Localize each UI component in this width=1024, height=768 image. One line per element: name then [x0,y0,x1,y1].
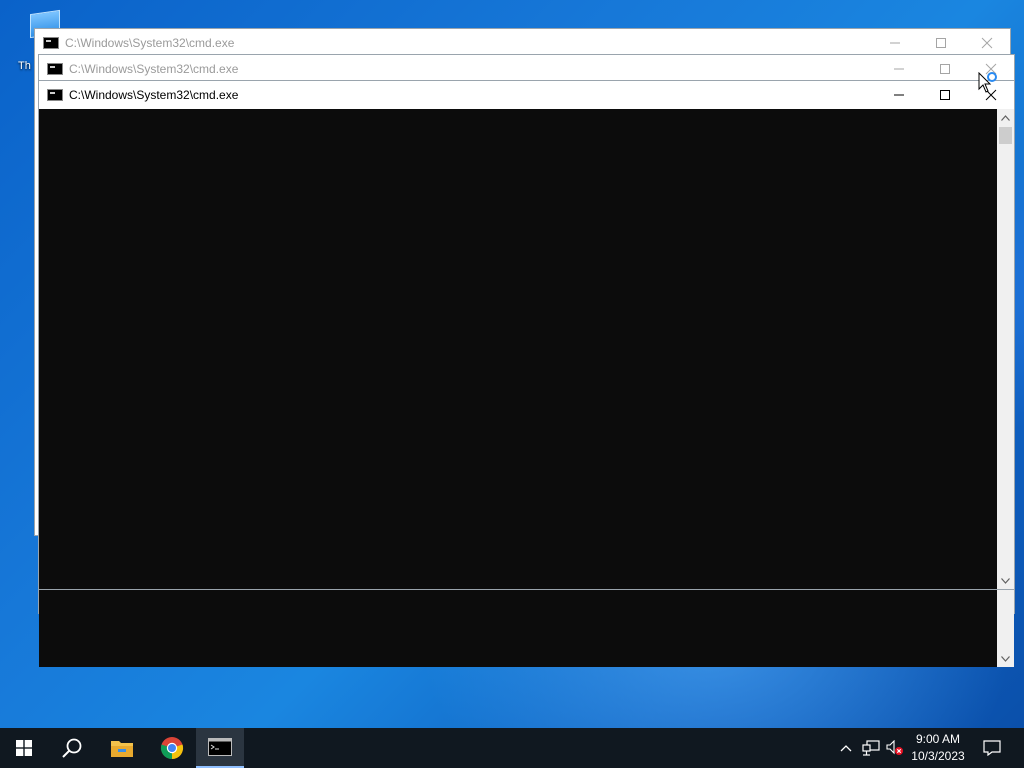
maximize-button[interactable] [922,81,968,109]
window-title: C:\Windows\System32\cmd.exe [69,62,239,76]
cmd-app-icon [47,63,63,75]
scroll-down-button[interactable] [997,572,1014,589]
scroll-up-button[interactable] [997,109,1014,126]
windows-start-icon [16,740,32,756]
notification-icon [983,740,1001,756]
minimize-button[interactable] [872,29,918,57]
cmd-window-front[interactable]: C:\Windows\System32\cmd.exe [38,80,1015,590]
taskbar: 9:00 AM 10/3/2023 [0,728,1024,768]
vertical-scrollbar[interactable] [997,590,1014,667]
cmd-taskbar-button[interactable] [196,728,244,768]
console-area[interactable] [39,590,998,667]
window-titlebar[interactable]: C:\Windows\System32\cmd.exe [39,81,1014,109]
minimize-icon [894,94,904,96]
action-center-button[interactable] [980,728,1004,768]
network-icon [862,740,880,756]
file-explorer-icon [111,741,133,757]
chevron-down-icon [1001,655,1010,662]
vertical-scrollbar[interactable] [997,109,1014,589]
console-area[interactable] [39,109,998,589]
window-titlebar[interactable]: C:\Windows\System32\cmd.exe [35,29,1010,57]
maximize-icon [940,90,950,100]
window-title: C:\Windows\System32\cmd.exe [69,88,239,102]
file-explorer-button[interactable] [98,728,146,768]
minimize-button[interactable] [876,81,922,109]
chrome-button[interactable] [148,728,196,768]
search-icon [62,738,82,758]
close-button[interactable] [964,29,1010,57]
mouse-cursor-icon [978,72,997,93]
maximize-icon [940,64,950,74]
taskbar-clock[interactable]: 9:00 AM 10/3/2023 [898,730,978,766]
scroll-thumb[interactable] [999,127,1012,144]
maximize-button[interactable] [922,55,968,83]
cmd-icon [208,738,232,756]
clock-date: 10/3/2023 [911,749,965,763]
chevron-down-icon [1001,577,1010,584]
minimize-icon [894,68,904,70]
chevron-up-icon [840,745,852,752]
window-titlebar[interactable]: C:\Windows\System32\cmd.exe [39,55,1014,83]
start-button[interactable] [0,728,48,768]
search-button[interactable] [48,728,96,768]
minimize-icon [890,42,900,44]
window-title: C:\Windows\System32\cmd.exe [65,36,235,50]
show-hidden-icons-button[interactable] [836,728,856,768]
scroll-down-button[interactable] [997,650,1014,667]
maximize-icon [936,38,946,48]
chevron-up-icon [1001,114,1010,121]
desktop-icon-label: Th [18,60,31,72]
cmd-app-icon [47,89,63,101]
network-button[interactable] [860,728,882,768]
clock-time: 9:00 AM [915,732,961,746]
cmd-app-icon [43,37,59,49]
close-icon [981,37,993,49]
minimize-button[interactable] [876,55,922,83]
maximize-button[interactable] [918,29,964,57]
chrome-icon [160,737,184,760]
